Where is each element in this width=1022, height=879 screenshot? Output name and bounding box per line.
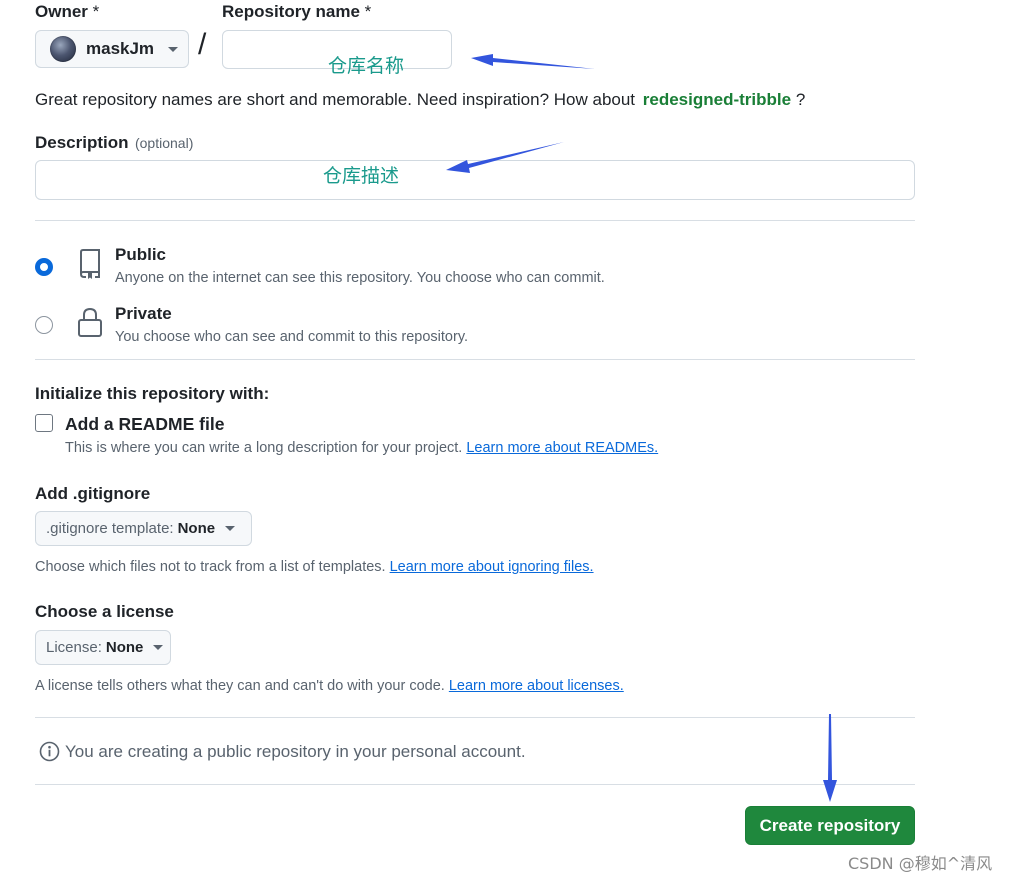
readme-label[interactable]: Add a README file (65, 414, 224, 435)
gitignore-heading: Add .gitignore (35, 484, 151, 503)
suggestion-text: Great repository names are short and mem… (35, 90, 636, 109)
optional-hint: (optional) (134, 135, 194, 151)
gitignore-select[interactable]: .gitignore template: None (35, 511, 252, 546)
gitignore-select-value: None (177, 520, 216, 537)
avatar (50, 36, 76, 62)
license-select-prefix: License: (46, 639, 102, 656)
required-mark: * (364, 2, 372, 21)
repo-icon (80, 249, 100, 279)
public-title: Public (115, 245, 167, 264)
create-repository-button[interactable]: Create repository (745, 806, 915, 845)
divider (35, 220, 915, 221)
license-help: A license tells others what they can and… (35, 678, 624, 694)
repo-name-label: Repository name * (222, 2, 371, 22)
readme-checkbox[interactable] (35, 414, 53, 432)
private-description: You choose who can see and commit to thi… (115, 329, 469, 345)
divider (35, 784, 915, 785)
readme-help: This is where you can write a long descr… (65, 440, 658, 456)
public-description: Anyone on the internet can see this repo… (115, 270, 605, 286)
owner-select[interactable]: maskJm (35, 30, 189, 68)
readme-help-text: This is where you can write a long descr… (65, 440, 463, 456)
private-title: Private (115, 304, 172, 323)
owner-name: maskJm (86, 39, 155, 58)
owner-repo-separator: / (198, 28, 207, 61)
annotation-arrow-description (446, 142, 564, 173)
description-label-text: Description (35, 133, 129, 152)
repo-name-label-text: Repository name (222, 2, 360, 21)
annotation-arrow-repo-name (471, 54, 595, 69)
public-radio[interactable] (35, 258, 53, 276)
owner-label-text: Owner (35, 2, 88, 21)
watermark: CSDN @穆如^清风 (848, 854, 993, 873)
gitignore-select-prefix: .gitignore template: (46, 520, 174, 537)
divider (35, 717, 915, 718)
license-select-value: None (105, 639, 144, 656)
gitignore-help: Choose which files not to track from a l… (35, 559, 594, 575)
suggested-name-link[interactable]: redesigned-tribble (643, 90, 791, 109)
readme-learn-more-link[interactable]: Learn more about READMEs. (466, 440, 658, 456)
divider (35, 359, 915, 360)
license-select[interactable]: License: None (35, 630, 171, 665)
chevron-down-icon (153, 645, 164, 650)
private-radio[interactable] (35, 316, 53, 334)
suggestion-suffix: ? (795, 90, 806, 109)
gitignore-learn-more-link[interactable]: Learn more about ignoring files. (390, 559, 594, 575)
annotation-arrow-create (823, 714, 837, 802)
gitignore-help-text: Choose which files not to track from a l… (35, 559, 386, 575)
public-notice: You are creating a public repository in … (65, 742, 526, 761)
description-label: Description (optional) (35, 133, 193, 153)
description-annotation: 仓库描述 (323, 165, 400, 187)
license-heading: Choose a license (35, 602, 174, 621)
chevron-down-icon (168, 46, 179, 52)
chevron-down-icon (225, 526, 236, 531)
required-mark: * (92, 2, 100, 21)
name-suggestion: Great repository names are short and mem… (35, 90, 805, 110)
lock-icon (78, 307, 102, 337)
repo-name-annotation: 仓库名称 (328, 55, 405, 77)
license-help-text: A license tells others what they can and… (35, 678, 445, 694)
license-learn-more-link[interactable]: Learn more about licenses. (449, 678, 624, 694)
init-heading: Initialize this repository with: (35, 384, 270, 403)
info-icon (39, 741, 60, 762)
owner-label: Owner * (35, 2, 99, 22)
